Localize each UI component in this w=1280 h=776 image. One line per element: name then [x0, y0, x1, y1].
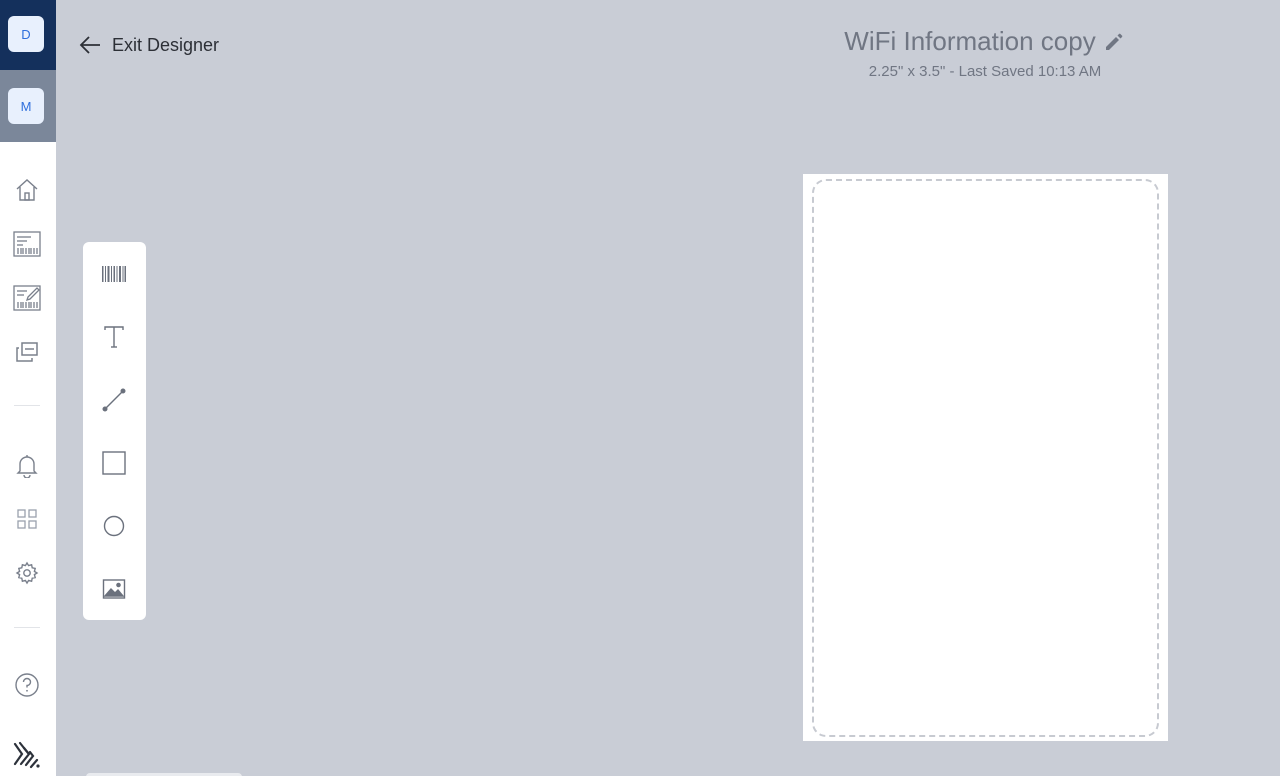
- label-designer-icon[interactable]: [12, 283, 42, 313]
- label-templates-icon[interactable]: [12, 229, 42, 259]
- exit-designer-button[interactable]: Exit Designer: [78, 30, 219, 60]
- printable-area-outline: [812, 179, 1159, 737]
- account-switcher: D: [0, 0, 56, 70]
- document-subtitle: 2.25" x 3.5" - Last Saved 10:13 AM: [868, 63, 1102, 80]
- document-header: WiFi Information copy 2.25" x 3.5" - Las…: [760, 26, 1210, 80]
- line-tool-icon[interactable]: [99, 385, 129, 415]
- text-tool-icon[interactable]: [99, 322, 129, 352]
- image-tool-icon[interactable]: [99, 574, 129, 604]
- tool-palette: [83, 242, 146, 620]
- document-title: WiFi Information copy: [844, 26, 1096, 56]
- rectangle-tool-icon[interactable]: [99, 448, 129, 478]
- label-canvas[interactable]: [803, 174, 1168, 741]
- exit-designer-label: Exit Designer: [112, 34, 220, 55]
- bell-icon[interactable]: [12, 450, 42, 480]
- nav-divider: [14, 405, 40, 406]
- pencil-icon[interactable]: [1102, 30, 1126, 54]
- zebra-logo-icon[interactable]: [12, 740, 42, 770]
- user-switcher: M: [0, 70, 56, 142]
- user-avatar-m[interactable]: M: [8, 88, 44, 124]
- help-icon[interactable]: [12, 670, 42, 700]
- home-icon[interactable]: [12, 175, 42, 205]
- arrow-left-icon: [79, 36, 100, 54]
- apps-grid-icon[interactable]: [12, 504, 42, 534]
- ellipse-tool-icon[interactable]: [99, 511, 129, 541]
- copy-icon[interactable]: [12, 337, 42, 367]
- nav-divider: [14, 627, 40, 628]
- barcode-tool-icon[interactable]: [99, 259, 129, 289]
- nav-rail: D M: [0, 0, 56, 776]
- account-avatar-d[interactable]: D: [8, 16, 44, 52]
- gear-icon[interactable]: [12, 558, 42, 588]
